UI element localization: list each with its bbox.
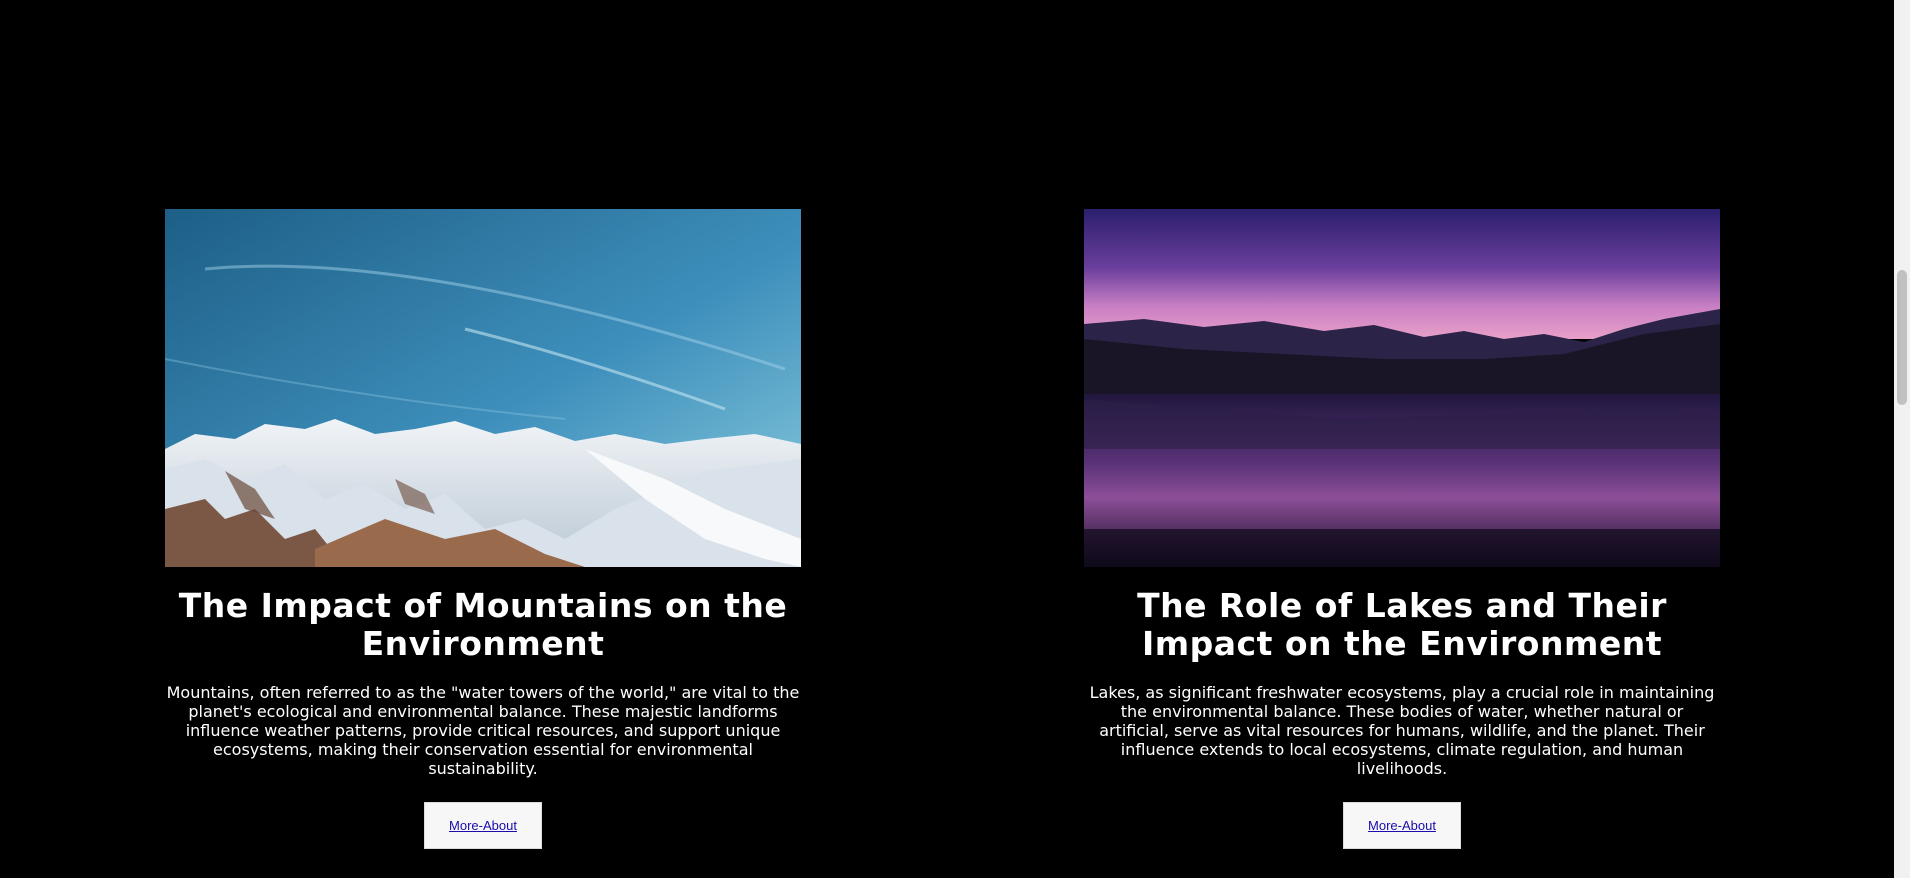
lakes-description: Lakes, as significant freshwater ecosyst… (1089, 683, 1715, 778)
mountains-card: The Impact of Mountains on the Environme… (165, 209, 801, 849)
lakes-card: The Role of Lakes and Their Impact on th… (1084, 209, 1720, 849)
lakes-more-about-button[interactable]: More-About (1343, 802, 1461, 849)
mountains-more-about-button[interactable]: More-About (424, 802, 542, 849)
lake-photo (1084, 209, 1720, 567)
mountains-description: Mountains, often referred to as the "wat… (166, 683, 800, 778)
scrollbar-track[interactable] (1894, 0, 1910, 878)
lakes-title: The Role of Lakes and Their Impact on th… (1137, 586, 1667, 663)
mountains-more-about-link[interactable]: More-About (449, 818, 517, 833)
mountain-photo (165, 209, 801, 567)
lakes-more-about-link[interactable]: More-About (1368, 818, 1436, 833)
scrollbar-thumb[interactable] (1897, 270, 1907, 405)
mountains-title: The Impact of Mountains on the Environme… (178, 586, 788, 663)
